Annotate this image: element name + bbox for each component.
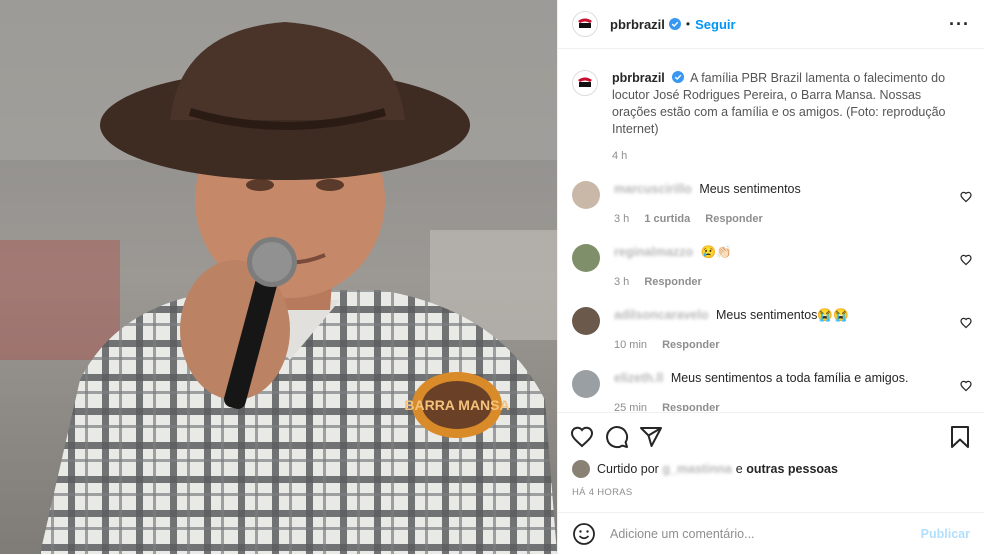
likes-summary: Curtido por g_mastinna e outras pessoas [572,460,838,478]
comment-meta: 10 min Responder [614,337,944,354]
comment-text: Meus sentimentos [699,182,801,196]
others-link[interactable]: outras pessoas [746,462,838,476]
comment-input[interactable] [608,526,921,542]
comment-item: elizeth.ll Meus sentimentos a toda famíl… [558,370,984,411]
comment-text: 😢👏🏻 [700,245,732,259]
comment-time[interactable]: 3 h [614,276,629,288]
comment-time[interactable]: 25 min [614,402,647,411]
liker-avatar[interactable] [572,460,590,478]
reply-button[interactable]: Responder [662,402,719,411]
comment-like-heart-icon[interactable] [960,380,972,392]
comment-like-heart-icon[interactable] [960,191,972,203]
posted-ago[interactable]: HÁ 4 HORAS [572,487,633,498]
comment-username[interactable]: reginalmazzo [614,244,693,261]
comment-username[interactable]: adilsoncaravelo [614,307,709,324]
reply-button[interactable]: Responder [644,276,701,288]
post-header: pbrbrazil • Seguir ··· [558,0,984,49]
comment-time[interactable]: 10 min [614,339,647,351]
verified-badge-icon [672,71,685,83]
post-caption: pbrbrazil A família PBR Brazil lamenta o… [558,58,984,165]
comment-text: Meus sentimentos😭😭 [715,308,849,322]
post-photo-image: BARRA MANSA [0,0,557,554]
caption-avatar[interactable] [572,70,598,96]
comment-meta: 3 h Responder [614,274,944,291]
comment-meta: 3 h 1 curtida Responder [614,211,944,228]
comment-time[interactable]: 3 h [614,213,629,225]
post-photo[interactable]: BARRA MANSA [0,0,557,554]
comments-list[interactable]: pbrbrazil A família PBR Brazil lamenta o… [558,58,984,411]
comment-like-heart-icon[interactable] [960,317,972,329]
emoji-icon[interactable] [572,522,596,546]
comment-username[interactable]: marcuscirillo [614,181,692,198]
save-bookmark-icon[interactable] [948,425,972,449]
reply-button[interactable]: Responder [662,339,719,351]
caption-username[interactable]: pbrbrazil [612,71,665,85]
caption-time[interactable]: 4 h [612,148,962,165]
comment-like-heart-icon[interactable] [960,254,972,266]
reply-button[interactable]: Responder [705,213,762,225]
comment-avatar[interactable] [572,181,600,209]
header-username[interactable]: pbrbrazil [610,17,665,32]
like-heart-icon[interactable] [570,425,594,449]
comment-item: adilsoncaravelo Meus sentimentos😭😭 10 mi… [558,307,984,354]
comment-text: Meus sentimentos a toda família e amigos… [670,371,909,385]
comment-icon[interactable] [605,425,629,449]
comment-meta: 25 min Responder [614,400,944,411]
more-options-icon[interactable]: ··· [949,14,970,35]
pbr-logo-icon [575,14,595,34]
patch-text: BARRA MANSA [404,397,509,413]
post-side-panel: pbrbrazil • Seguir ··· pbrbrazil A famíl… [557,0,984,554]
share-icon[interactable] [639,425,663,449]
comment-avatar[interactable] [572,370,600,398]
pbr-logo-icon [575,73,595,93]
liker-username[interactable]: g_mastinna [662,462,731,476]
comment-item: reginalmazzo 😢👏🏻 3 h Responder [558,244,984,291]
likes-prefix: Curtido por [597,462,659,476]
comment-avatar[interactable] [572,244,600,272]
profile-avatar[interactable] [572,11,598,37]
follow-button[interactable]: Seguir [695,17,735,32]
comment-likes[interactable]: 1 curtida [644,213,690,225]
action-bar [558,412,984,459]
comment-username[interactable]: elizeth.ll [614,370,663,387]
comment-item: marcuscirillo Meus sentimentos 3 h 1 cur… [558,181,984,228]
verified-badge-icon [668,18,681,30]
comment-avatar[interactable] [572,307,600,335]
separator-dot: • [685,17,691,31]
likes-and: e [735,462,743,476]
add-comment-bar: Publicar [558,512,984,555]
publish-button[interactable]: Publicar [921,527,970,541]
